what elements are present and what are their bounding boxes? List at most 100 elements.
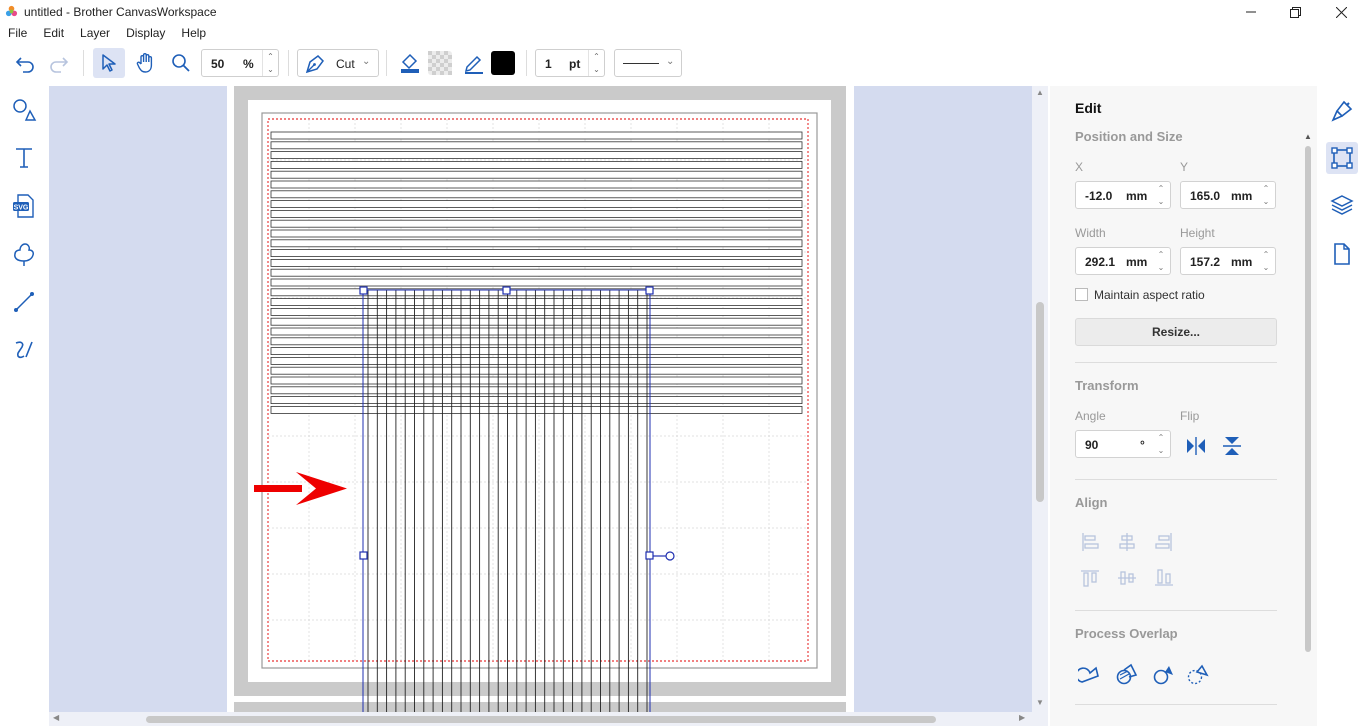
chevron-up-icon[interactable]: ⌃	[1257, 248, 1275, 261]
scroll-right-arrow[interactable]: ▶	[1019, 713, 1025, 722]
align-top-button[interactable]	[1078, 566, 1102, 590]
section-divider	[1075, 479, 1277, 480]
line-style-dropdown[interactable]: ⌄	[614, 49, 682, 77]
chevron-up-icon[interactable]: ⌃	[1152, 248, 1170, 261]
design-canvas[interactable]	[49, 86, 1032, 712]
panel-scroll-thumb[interactable]	[1305, 146, 1311, 652]
align-right-button[interactable]	[1152, 530, 1176, 554]
pencil-icon	[464, 55, 483, 74]
handle-top-left[interactable]	[359, 286, 368, 295]
layers-tab[interactable]	[1326, 189, 1358, 221]
fill-color-swatch[interactable]	[426, 48, 454, 78]
chevron-down-icon[interactable]: ⌄	[1257, 261, 1275, 274]
height-stepper[interactable]: ⌃ ⌄	[1257, 248, 1275, 274]
flip-vertical-button[interactable]	[1220, 434, 1244, 458]
line-width-input[interactable]: 1 pt ⌃ ⌄	[535, 49, 605, 77]
undo-button[interactable]	[10, 48, 40, 78]
scroll-left-arrow[interactable]: ◀	[53, 713, 59, 722]
handle-middle-left[interactable]	[359, 551, 368, 560]
handle-top-right[interactable]	[645, 286, 654, 295]
trim-button[interactable]	[1152, 662, 1176, 686]
canvas-area[interactable]	[49, 86, 1032, 712]
chevron-down-icon[interactable]: ⌄	[1257, 195, 1275, 208]
align-bottom-button[interactable]	[1152, 566, 1176, 590]
menu-display[interactable]: Display	[118, 24, 173, 42]
shapes-tool-button[interactable]	[8, 94, 40, 126]
chevron-down-icon[interactable]: ⌄	[1152, 195, 1170, 208]
close-button[interactable]	[1318, 0, 1364, 24]
align-center-button[interactable]	[1115, 530, 1139, 554]
horizontal-scroll-thumb[interactable]	[146, 716, 936, 723]
width-input[interactable]: 292.1 mm ⌃ ⌄	[1075, 247, 1171, 275]
overlap-button[interactable]	[1186, 662, 1210, 686]
restore-button[interactable]	[1272, 0, 1318, 24]
width-stepper[interactable]: ⌃ ⌄	[1152, 248, 1170, 274]
chevron-down-icon[interactable]: ⌄	[263, 63, 278, 76]
divide-button[interactable]	[1115, 662, 1139, 686]
y-position-input[interactable]: 165.0 mm ⌃ ⌄	[1180, 181, 1276, 209]
toolbar-divider	[526, 50, 527, 76]
edit-tab[interactable]	[1326, 142, 1358, 174]
rotate-handle[interactable]	[665, 551, 675, 561]
svg-import-button[interactable]: SVG	[8, 190, 40, 222]
chevron-up-icon[interactable]: ⌃	[1152, 182, 1170, 195]
select-tool-button[interactable]	[93, 48, 125, 78]
zoom-stepper[interactable]: ⌃ ⌄	[262, 50, 278, 76]
paintbrush-icon	[1331, 100, 1353, 122]
solid-line-icon	[623, 63, 659, 64]
zoom-tool-button[interactable]	[165, 48, 197, 78]
pan-tool-button[interactable]	[130, 48, 162, 78]
chevron-up-icon[interactable]: ⌃	[1257, 182, 1275, 195]
menu-file[interactable]: File	[0, 24, 35, 42]
menu-edit[interactable]: Edit	[35, 24, 72, 42]
scroll-up-arrow[interactable]: ▲	[1036, 88, 1044, 97]
patterns-tool-button[interactable]	[8, 238, 40, 270]
scroll-down-arrow[interactable]: ▼	[1036, 698, 1044, 707]
panel-scrollbar[interactable]: ▲	[1301, 130, 1315, 726]
text-tool-button[interactable]	[8, 142, 40, 174]
chevron-down-icon[interactable]: ⌄	[1152, 444, 1170, 457]
svg-text:SVG: SVG	[14, 205, 29, 212]
align-left-button[interactable]	[1078, 530, 1102, 554]
handle-middle-right[interactable]	[645, 551, 654, 560]
weld-button[interactable]	[1078, 662, 1102, 686]
align-middle-button[interactable]	[1115, 566, 1139, 590]
freehand-tool-button[interactable]	[8, 334, 40, 366]
angle-input[interactable]: 90 ° ⌃ ⌄	[1075, 430, 1171, 458]
flip-horizontal-button[interactable]	[1184, 434, 1208, 458]
fill-tool-button[interactable]	[396, 48, 424, 78]
x-unit: mm	[1126, 189, 1148, 203]
chevron-down-icon[interactable]: ⌄	[589, 63, 604, 76]
line-tool-button[interactable]	[8, 286, 40, 318]
maintain-aspect-checkbox[interactable]	[1075, 288, 1088, 301]
chevron-up-icon[interactable]: ⌃	[1152, 431, 1170, 444]
height-input[interactable]: 157.2 mm ⌃ ⌄	[1180, 247, 1276, 275]
chevron-down-icon[interactable]: ⌄	[1152, 261, 1170, 274]
x-position-input[interactable]: -12.0 mm ⌃ ⌄	[1075, 181, 1171, 209]
x-stepper[interactable]: ⌃ ⌄	[1152, 182, 1170, 208]
page-tab[interactable]	[1326, 238, 1358, 270]
minimize-button[interactable]	[1228, 0, 1274, 24]
y-stepper[interactable]: ⌃ ⌄	[1257, 182, 1275, 208]
canvas-horizontal-scrollbar[interactable]: ◀ ▶	[49, 712, 1032, 726]
redo-button[interactable]	[44, 48, 74, 78]
handle-top-center[interactable]	[502, 286, 511, 295]
zoom-level-input[interactable]: 50 % ⌃ ⌄	[201, 49, 279, 77]
chevron-up-icon[interactable]: ⌃	[589, 50, 604, 63]
redo-icon	[50, 57, 69, 73]
resize-button[interactable]: Resize...	[1075, 318, 1277, 346]
line-color-swatch[interactable]	[489, 48, 517, 78]
line-color-tool-button[interactable]	[460, 48, 488, 78]
scroll-up-arrow[interactable]: ▲	[1304, 132, 1312, 141]
angle-stepper[interactable]: ⌃ ⌄	[1152, 431, 1170, 457]
menu-help[interactable]: Help	[173, 24, 214, 42]
mode-label: Cut	[336, 57, 355, 71]
line-width-stepper[interactable]: ⌃ ⌄	[588, 50, 604, 76]
menu-layer[interactable]: Layer	[72, 24, 118, 42]
mode-dropdown[interactable]: Cut ⌄	[297, 49, 379, 77]
chevron-up-icon[interactable]: ⌃	[263, 50, 278, 63]
vertical-scroll-thumb[interactable]	[1036, 302, 1044, 502]
canvas-vertical-scrollbar[interactable]: ▲ ▼	[1032, 86, 1048, 712]
angle-unit: °	[1140, 438, 1145, 452]
style-tab[interactable]	[1326, 95, 1358, 127]
